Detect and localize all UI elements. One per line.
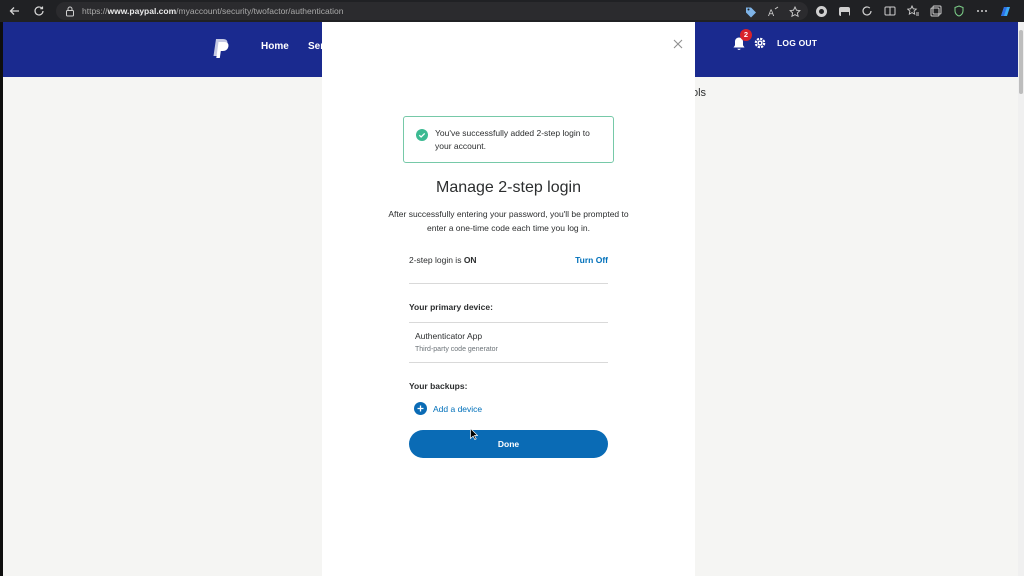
extension-icon[interactable] [814,2,828,20]
notification-badge: 2 [740,29,752,41]
modal-description: After successfully entering your passwor… [388,209,629,233]
divider [409,322,608,323]
close-icon[interactable] [671,37,685,51]
modal-title: Manage 2-step login [436,179,581,196]
success-alert: You've successfully added 2-step login t… [403,116,614,163]
copilot-icon[interactable] [998,2,1012,20]
add-device-button[interactable]: Add a device [414,402,482,415]
extension-off-icon[interactable] [837,2,851,20]
address-bar[interactable]: https://www.paypal.com/myaccount/securit… [56,2,808,20]
add-device-label[interactable]: Add a device [433,404,482,414]
check-circle-icon [416,128,428,141]
scrollbar-thumb[interactable] [1019,30,1023,94]
browser-essentials-icon[interactable] [952,2,966,20]
two-step-status-row: 2-step login is ON Turn Off [409,255,608,265]
turn-off-link[interactable]: Turn Off [575,255,608,265]
two-step-login-modal: You've successfully added 2-step login t… [322,22,695,576]
tag-icon[interactable] [744,3,758,21]
lock-icon[interactable] [64,5,76,17]
success-message: You've successfully added 2-step login t… [435,128,590,151]
page-content: Home Ser 2 LOG OUT ols You've successful… [3,22,1018,576]
read-aloud-icon[interactable]: A [766,3,780,21]
divider [409,362,608,363]
url-text[interactable]: https://www.paypal.com/myaccount/securit… [82,6,343,16]
refresh-extension-icon[interactable] [860,2,874,20]
browser-toolbar: https://www.paypal.com/myaccount/securit… [0,0,1024,22]
menu-dots-icon[interactable] [975,2,989,20]
svg-text:A: A [768,9,775,18]
status-value: ON [463,255,477,265]
refresh-icon[interactable] [30,2,48,20]
status-prefix: 2-step login is [409,255,464,265]
primary-device-label: Your primary device: [409,302,493,312]
favorites-icon[interactable] [906,2,920,20]
backups-label: Your backups: [409,381,468,391]
collections-icon[interactable] [929,2,943,20]
page-scrollbar[interactable] [1018,22,1024,576]
url-scheme: https:// [82,6,108,16]
device-name: Authenticator App [415,331,483,341]
status-label: 2-step login is ON [409,255,477,265]
device-description: Third-party code generator [415,346,498,353]
nav-home[interactable]: Home [261,41,289,52]
divider [409,283,608,284]
plus-circle-icon[interactable] [414,402,427,415]
mouse-cursor-icon [470,427,479,440]
split-screen-icon[interactable] [883,2,897,20]
paypal-logo-icon[interactable] [211,37,231,61]
url-path: /myaccount/security/twofactor/authentica… [176,6,344,16]
done-button[interactable]: Done [409,430,608,458]
favorite-star-icon[interactable] [788,3,802,21]
logout-link[interactable]: LOG OUT [777,38,817,48]
settings-gear-icon[interactable] [753,36,767,50]
url-host: www.paypal.com [107,6,177,16]
back-icon[interactable] [6,2,24,20]
